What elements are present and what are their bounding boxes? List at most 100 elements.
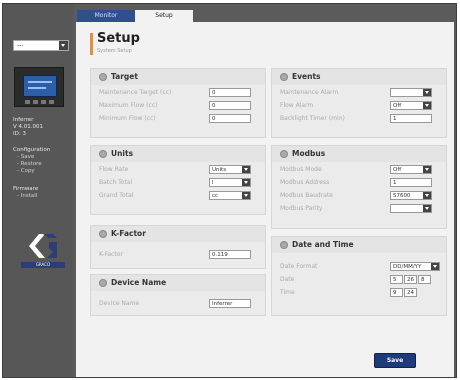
device-name-input[interactable]: Inferrer: [209, 299, 251, 308]
kfactor-body: K-Factor 0.119: [91, 242, 265, 268]
batch-total-value: l: [212, 180, 214, 186]
section-bullet-icon: [99, 73, 107, 81]
maximum-flow-input[interactable]: 0: [209, 101, 251, 110]
maintenance-target-input[interactable]: 0: [209, 88, 251, 97]
modbus-header: Modbus: [272, 146, 446, 162]
device-name-header: Device Name: [91, 275, 265, 291]
grand-total-select[interactable]: cc: [209, 191, 251, 200]
units-header: Units: [91, 146, 265, 162]
date-format-value: DD/MM/YY: [393, 264, 422, 270]
device-name-section: Device Name Device Name Inferrer: [90, 274, 266, 316]
minimum-flow-input[interactable]: 0: [209, 114, 251, 123]
title-accent-bar: [90, 33, 93, 55]
chevron-down-icon: [423, 89, 431, 96]
flow-alarm-select[interactable]: Off: [390, 101, 432, 110]
device-select[interactable]: ---: [13, 40, 69, 51]
flow-rate-select[interactable]: Units: [209, 165, 251, 174]
target-body: Maintenance Target (cc) 0 Maximum Flow (…: [91, 85, 265, 137]
save-button[interactable]: Save: [374, 353, 416, 368]
chevron-down-icon: [431, 263, 439, 270]
units-body: Flow Rate Units Batch Total l Grand Tota…: [91, 162, 265, 214]
section-bullet-icon: [280, 150, 288, 158]
flow-alarm-label: Flow Alarm: [280, 102, 314, 109]
maintenance-target-label: Maintenance Target (cc): [99, 89, 172, 96]
date-day-input[interactable]: 5: [390, 275, 403, 284]
firmware-link-install[interactable]: - Install: [17, 193, 37, 200]
modbus-parity-select[interactable]: [390, 204, 432, 213]
configuration-label: Configuration: [13, 147, 51, 153]
maintenance-alarm-select[interactable]: [390, 88, 432, 97]
kfactor-header: K-Factor: [91, 226, 265, 242]
config-link-copy[interactable]: - Copy: [17, 168, 35, 175]
modbus-mode-label: Modbus Mode: [280, 166, 322, 173]
tab-setup[interactable]: Setup: [135, 10, 193, 22]
chevron-down-icon: [59, 41, 68, 50]
section-bullet-icon: [280, 73, 288, 81]
device-select-value: ---: [17, 42, 24, 49]
device-name-title: Device Name: [111, 278, 167, 287]
device-screen: [23, 75, 57, 97]
page-title: Setup: [97, 31, 140, 46]
date-label: Date: [280, 276, 295, 283]
flow-rate-value: Units: [212, 167, 227, 173]
sidebar: --- Inferrer V 4.01.001 ID: 3 Configurat…: [3, 4, 73, 377]
app-window: --- Inferrer V 4.01.001 ID: 3 Configurat…: [2, 3, 457, 378]
datetime-body: Date Format DD/MM/YY Date 5 26 8 Time 9 …: [272, 253, 446, 315]
modbus-baudrate-value: 57600: [393, 193, 411, 199]
config-link-restore[interactable]: - Restore: [17, 161, 42, 168]
modbus-mode-select[interactable]: Off: [390, 165, 432, 174]
modbus-title: Modbus: [292, 149, 326, 158]
tab-monitor[interactable]: Monitor: [77, 10, 135, 22]
date-format-label: Date Format: [280, 263, 318, 270]
section-bullet-icon: [99, 230, 107, 238]
modbus-baudrate-select[interactable]: 57600: [390, 191, 432, 200]
units-section: Units Flow Rate Units Batch Total l Gran…: [90, 145, 266, 215]
batch-total-label: Batch Total: [99, 179, 133, 186]
target-section: Target Maintenance Target (cc) 0 Maximum…: [90, 68, 266, 138]
grand-total-label: Grand Total: [99, 192, 134, 199]
graco-logo-icon: [29, 234, 57, 258]
datetime-header: Date and Time: [272, 237, 446, 253]
modbus-body: Modbus Mode Off Modbus Address 1 Modbus …: [272, 162, 446, 228]
chevron-down-icon: [242, 192, 250, 199]
modbus-baudrate-label: Modbus Baudrate: [280, 192, 333, 199]
device-name-body: Device Name Inferrer: [91, 291, 265, 315]
chevron-down-icon: [423, 205, 431, 212]
maintenance-alarm-label: Maintenance Alarm: [280, 89, 339, 96]
target-title: Target: [111, 72, 138, 81]
device-buttons: [25, 100, 55, 104]
flow-alarm-value: Off: [393, 103, 402, 109]
date-format-select[interactable]: DD/MM/YY: [390, 262, 440, 271]
target-header: Target: [91, 69, 265, 85]
batch-total-select[interactable]: l: [209, 178, 251, 187]
config-link-save[interactable]: - Save: [17, 154, 34, 161]
chevron-down-icon: [242, 166, 250, 173]
section-bullet-icon: [99, 150, 107, 158]
modbus-address-input[interactable]: 1: [390, 178, 432, 187]
time-label: Time: [280, 289, 295, 296]
units-title: Units: [111, 149, 134, 158]
grand-total-value: cc: [212, 193, 219, 199]
datetime-title: Date and Time: [292, 240, 354, 249]
logo-text: GRACO: [21, 262, 65, 268]
modbus-parity-label: Modbus Parity: [280, 205, 323, 212]
device-name-label: Inferrer: [13, 117, 34, 123]
chevron-down-icon: [423, 166, 431, 173]
device-image: [14, 67, 64, 107]
chevron-down-icon: [242, 179, 250, 186]
kfactor-input[interactable]: 0.119: [209, 250, 251, 259]
date-year-input[interactable]: 8: [418, 275, 431, 284]
datetime-section: Date and Time Date Format DD/MM/YY Date …: [271, 236, 447, 316]
events-header: Events: [272, 69, 446, 85]
device-version: V 4.01.001: [13, 124, 44, 130]
flow-rate-label: Flow Rate: [99, 166, 129, 173]
time-hour-input[interactable]: 9: [390, 288, 403, 297]
events-body: Maintenance Alarm Flow Alarm Off Backlig…: [272, 85, 446, 137]
chevron-down-icon: [423, 192, 431, 199]
backlight-timer-label: Backlight Timer (min): [280, 115, 345, 122]
date-month-input[interactable]: 26: [404, 275, 417, 284]
backlight-timer-input[interactable]: 1: [390, 114, 432, 123]
time-minute-input[interactable]: 24: [404, 288, 417, 297]
modbus-address-label: Modbus Address: [280, 179, 330, 186]
events-title: Events: [292, 72, 321, 81]
